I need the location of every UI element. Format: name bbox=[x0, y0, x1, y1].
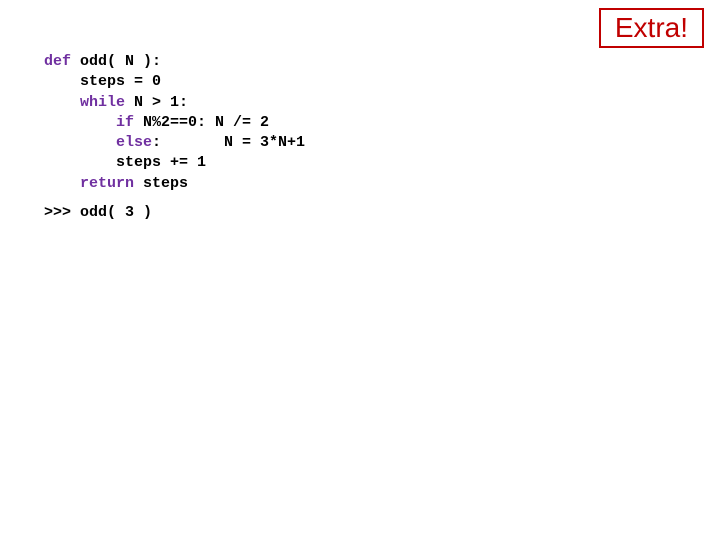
code-signature: odd( N ): bbox=[71, 53, 161, 70]
code-line-7-rest: steps bbox=[134, 175, 188, 192]
code-line-6: steps += 1 bbox=[44, 154, 206, 171]
extra-badge-text: Extra! bbox=[615, 12, 688, 43]
code-line-4-rest: N%2==0: N /= 2 bbox=[134, 114, 269, 131]
code-block: def odd( N ): steps = 0 while N > 1: if … bbox=[44, 52, 305, 194]
code-line-3-rest: N > 1: bbox=[125, 94, 188, 111]
keyword-else: else bbox=[44, 134, 152, 151]
extra-badge: Extra! bbox=[599, 8, 704, 48]
keyword-while: while bbox=[44, 94, 125, 111]
repl-prompt: >>> odd( 3 ) bbox=[44, 204, 152, 221]
keyword-def: def bbox=[44, 53, 71, 70]
repl-prompt-text: >>> odd( 3 ) bbox=[44, 204, 152, 221]
keyword-return: return bbox=[44, 175, 134, 192]
keyword-if: if bbox=[44, 114, 134, 131]
code-line-2: steps = 0 bbox=[44, 73, 161, 90]
code-line-5-rest: : N = 3*N+1 bbox=[152, 134, 305, 151]
